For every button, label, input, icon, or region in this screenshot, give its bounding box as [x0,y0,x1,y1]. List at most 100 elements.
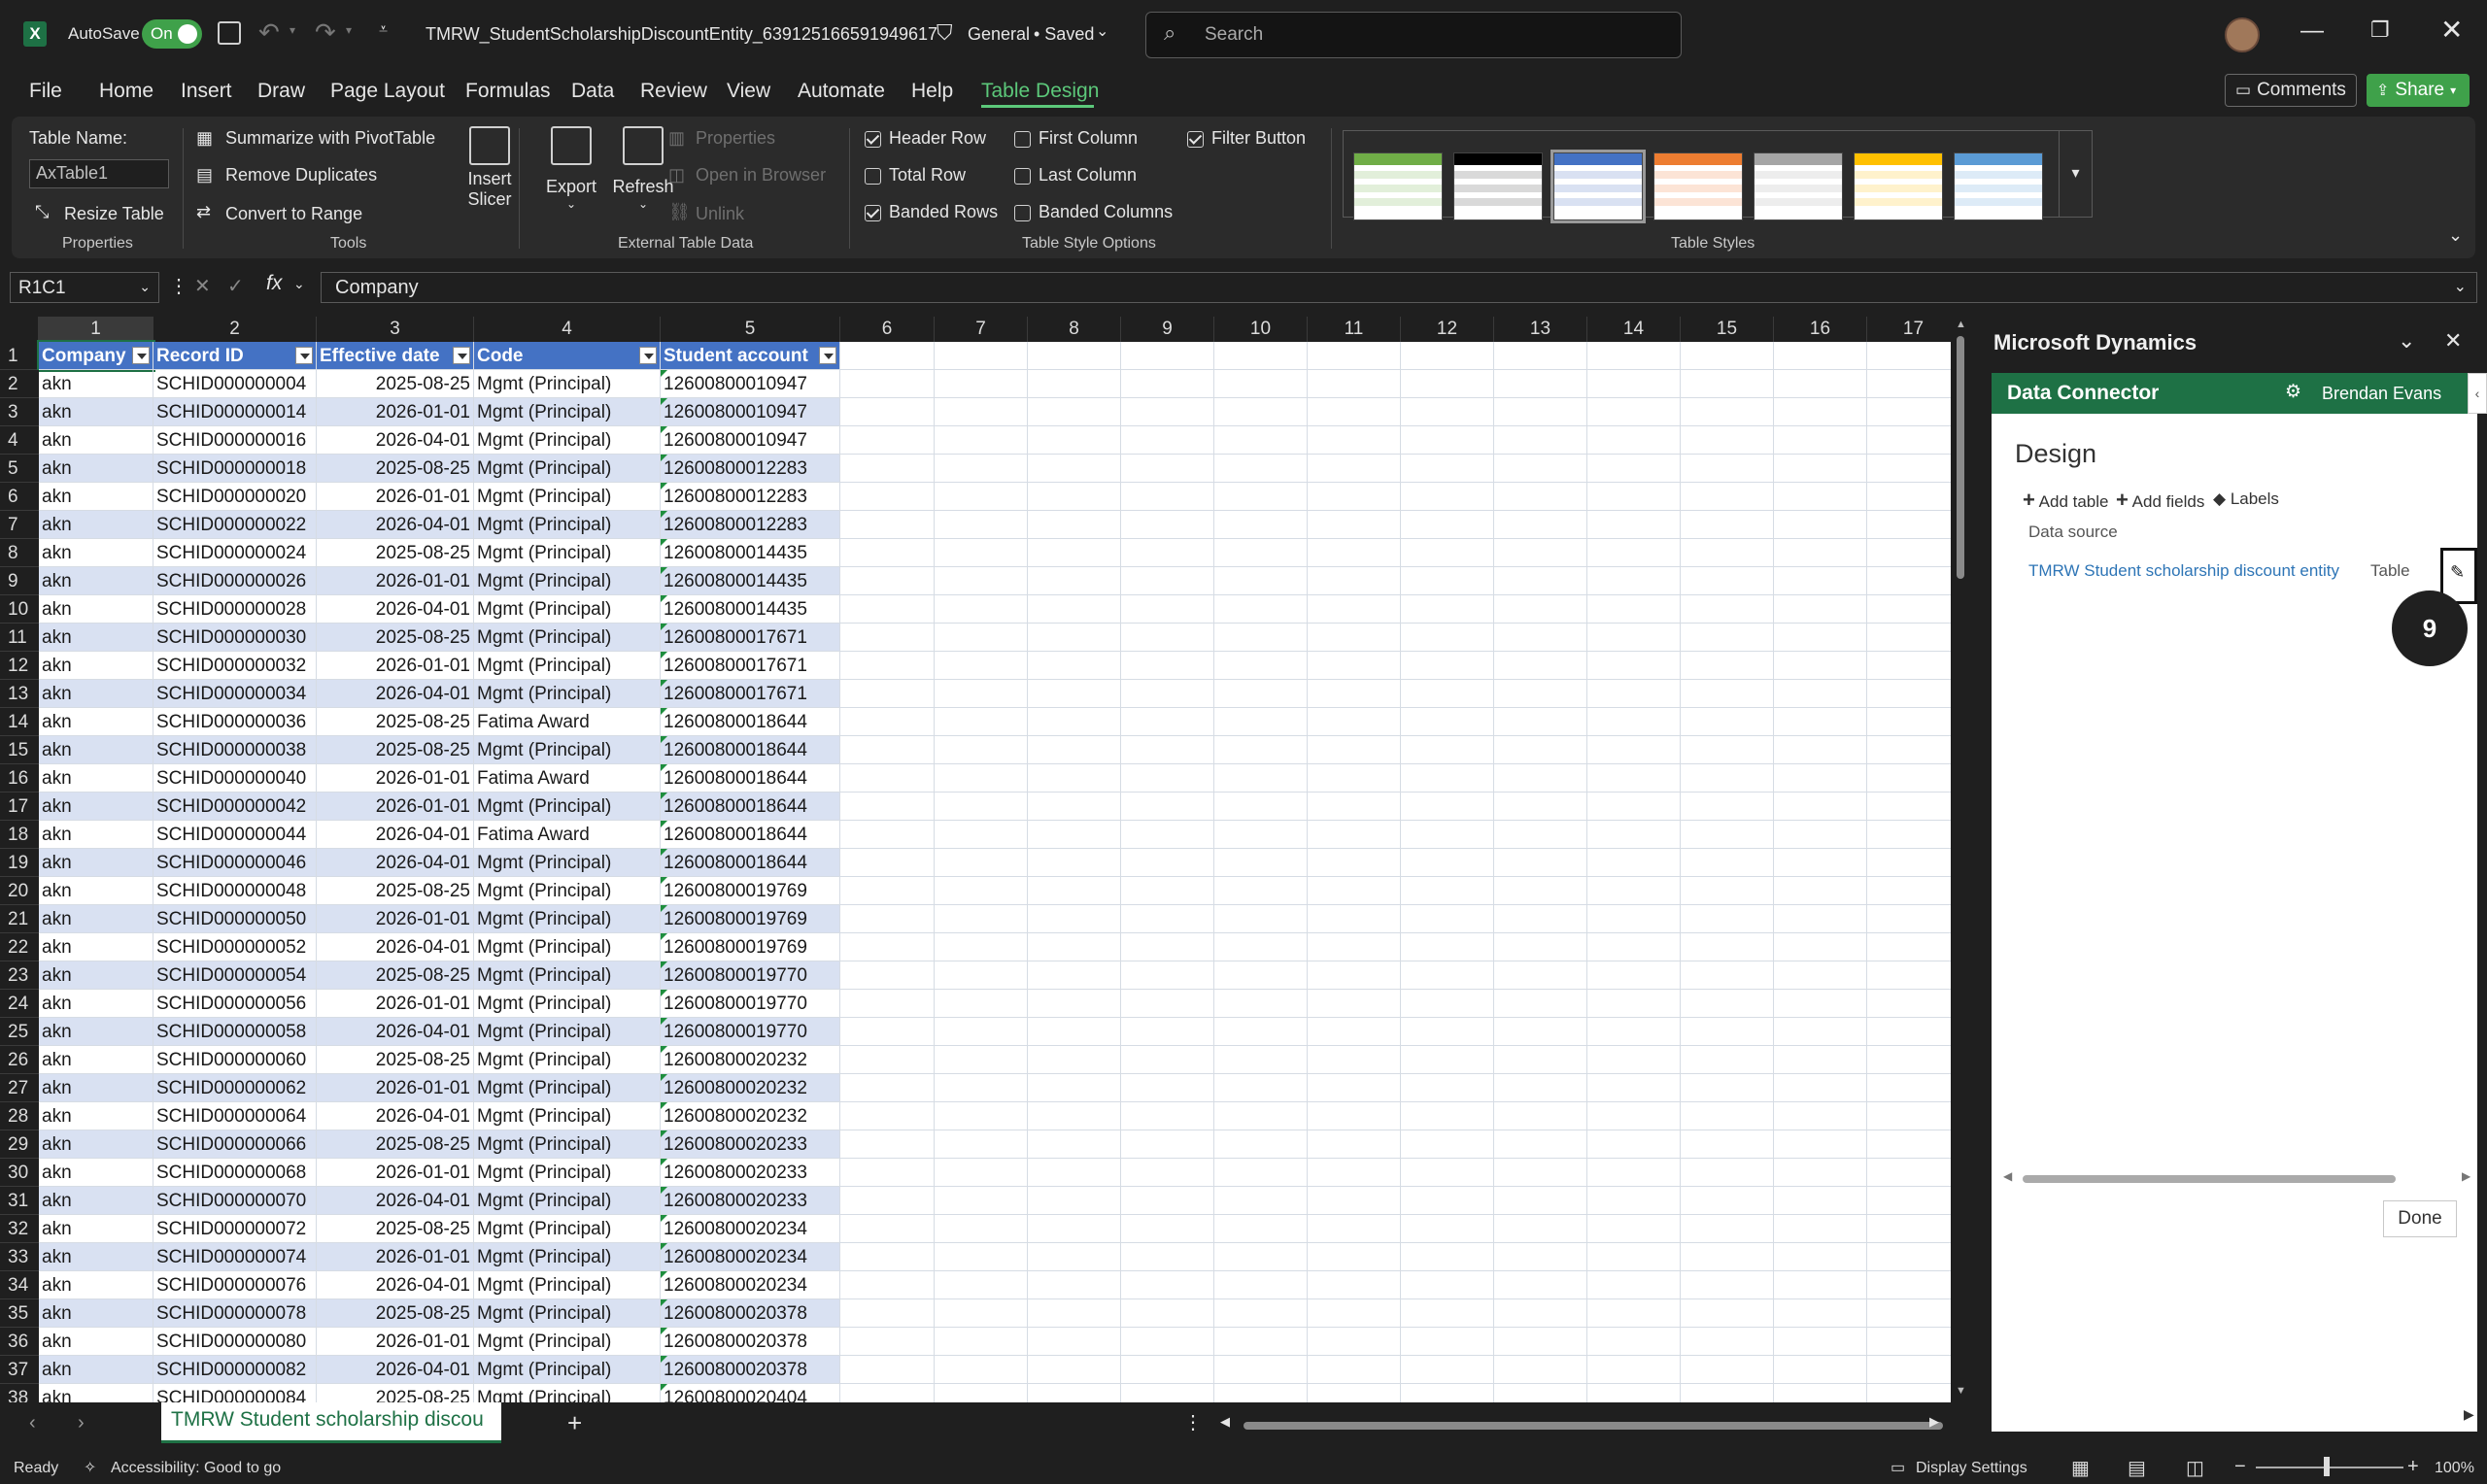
table-cell[interactable]: 12600800020234 [661,1215,840,1243]
table-cell[interactable]: 2026-04-01 [317,1018,474,1046]
empty-cell[interactable] [1867,1074,1960,1102]
table-cell[interactable]: SCHID000000074 [153,1243,317,1271]
column-header[interactable]: 2 [153,317,317,342]
empty-cell[interactable] [1494,539,1587,567]
empty-cell[interactable] [1774,1299,1867,1328]
table-cell[interactable]: 2026-04-01 [317,595,474,624]
column-header[interactable]: 5 [661,317,840,342]
empty-cell[interactable] [1681,1130,1774,1159]
empty-cell[interactable] [1867,905,1960,933]
table-cell[interactable]: Mgmt (Principal) [474,961,661,990]
empty-cell[interactable] [1121,1130,1214,1159]
empty-cell[interactable] [1774,877,1867,905]
empty-cell[interactable] [1121,567,1214,595]
empty-cell[interactable] [1214,933,1308,961]
tab-data[interactable]: Data [571,80,614,103]
tab-home[interactable]: Home [99,80,153,103]
empty-cell[interactable] [1494,821,1587,849]
empty-cell[interactable] [1867,1102,1960,1130]
empty-cell[interactable] [1214,961,1308,990]
table-cell[interactable]: akn [39,990,153,1018]
empty-cell[interactable] [1401,933,1494,961]
empty-cell[interactable] [1587,680,1681,708]
empty-cell[interactable] [1214,990,1308,1018]
table-cell[interactable]: SCHID000000054 [153,961,317,990]
empty-cell[interactable] [1214,398,1308,426]
empty-cell[interactable] [1774,961,1867,990]
column-header[interactable]: 8 [1028,317,1121,342]
filter-dropdown-icon[interactable] [132,347,150,364]
save-icon[interactable] [218,21,241,45]
empty-cell[interactable] [1494,708,1587,736]
empty-cell[interactable] [1494,1102,1587,1130]
table-cell[interactable]: Mgmt (Principal) [474,1102,661,1130]
sheet-tab-active[interactable]: TMRW Student scholarship discou [161,1402,501,1443]
table-cell[interactable]: Mgmt (Principal) [474,905,661,933]
empty-cell[interactable] [1121,1102,1214,1130]
table-cell[interactable]: 2026-01-01 [317,990,474,1018]
empty-cell[interactable] [1494,1356,1587,1384]
table-cell[interactable]: akn [39,764,153,793]
empty-cell[interactable] [1494,511,1587,539]
empty-cell[interactable] [1867,1299,1960,1328]
banded-columns-checkbox[interactable]: Banded Columns [1014,202,1173,222]
empty-cell[interactable] [1214,426,1308,455]
empty-cell[interactable] [1028,370,1121,398]
table-cell[interactable]: SCHID000000036 [153,708,317,736]
empty-cell[interactable] [1121,1271,1214,1299]
table-cell[interactable]: SCHID000000066 [153,1130,317,1159]
empty-cell[interactable] [1774,1187,1867,1215]
empty-cell[interactable] [1401,990,1494,1018]
table-cell[interactable]: Mgmt (Principal) [474,595,661,624]
empty-cell[interactable] [1308,1271,1401,1299]
empty-cell[interactable] [1494,1074,1587,1102]
table-cell[interactable]: 12600800018644 [661,736,840,764]
table-cell[interactable]: 2026-01-01 [317,567,474,595]
empty-cell[interactable] [1214,539,1308,567]
empty-cell[interactable] [1587,398,1681,426]
table-cell[interactable]: 12600800010947 [661,370,840,398]
table-cell[interactable]: 12600800020378 [661,1356,840,1384]
empty-cell[interactable] [1028,342,1121,370]
empty-cell[interactable] [1028,877,1121,905]
empty-cell[interactable] [935,1215,1028,1243]
empty-cell[interactable] [1401,1328,1494,1356]
empty-cell[interactable] [1028,764,1121,793]
close-pane-icon[interactable]: ✕ [2444,328,2462,354]
empty-cell[interactable] [1401,1384,1494,1402]
add-table-button[interactable]: + Add table [2023,488,2109,513]
zoom-slider[interactable] [2256,1467,2403,1468]
empty-cell[interactable] [1587,511,1681,539]
empty-cell[interactable] [1867,1130,1960,1159]
table-style-light-blue[interactable] [1954,152,2043,220]
empty-cell[interactable] [1494,1130,1587,1159]
tab-draw[interactable]: Draw [257,80,305,103]
table-cell[interactable]: 2025-08-25 [317,961,474,990]
empty-cell[interactable] [1494,652,1587,680]
empty-cell[interactable] [1494,793,1587,821]
table-cell[interactable]: 2025-08-25 [317,708,474,736]
empty-cell[interactable] [935,511,1028,539]
empty-cell[interactable] [840,708,935,736]
empty-cell[interactable] [1494,933,1587,961]
empty-cell[interactable] [1681,1271,1774,1299]
empty-cell[interactable] [1028,511,1121,539]
empty-cell[interactable] [1401,1187,1494,1215]
empty-cell[interactable] [935,1271,1028,1299]
empty-cell[interactable] [935,849,1028,877]
empty-cell[interactable] [1867,1271,1960,1299]
empty-cell[interactable] [840,595,935,624]
table-cell[interactable]: 2026-04-01 [317,680,474,708]
empty-cell[interactable] [1121,398,1214,426]
table-cell[interactable]: akn [39,1102,153,1130]
tab-view[interactable]: View [727,80,770,103]
table-cell[interactable]: Mgmt (Principal) [474,455,661,483]
redo-dropdown-icon[interactable]: ▾ [346,23,352,37]
properties-button[interactable]: Properties [696,128,775,149]
scroll-left-icon[interactable]: ◀ [1220,1414,1230,1430]
empty-cell[interactable] [1308,539,1401,567]
scroll-right-icon[interactable]: ▶ [1929,1414,1939,1430]
empty-cell[interactable] [840,877,935,905]
empty-cell[interactable] [1121,1384,1214,1402]
chevron-down-icon[interactable]: ⌄ [1096,21,1108,41]
